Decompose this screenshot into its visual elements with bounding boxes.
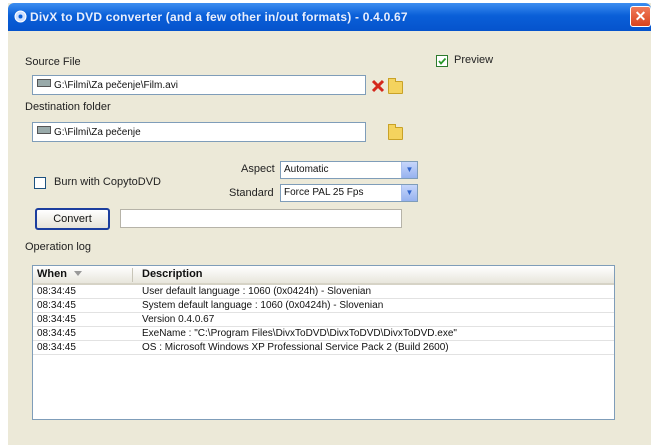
burn-label: Burn with CopytoDVD <box>54 176 161 188</box>
row-description: Version 0.4.0.67 <box>142 314 215 325</box>
chevron-down-icon[interactable]: ▼ <box>401 162 417 178</box>
column-header-description[interactable]: Description <box>142 268 203 280</box>
row-when: 08:34:45 <box>37 300 76 311</box>
row-when: 08:34:45 <box>37 328 76 339</box>
row-when: 08:34:45 <box>37 342 76 353</box>
folder-icon[interactable] <box>388 78 403 94</box>
operation-log-label: Operation log <box>25 241 92 253</box>
operation-log-table[interactable]: When Description 08:34:45 User default l… <box>32 265 615 420</box>
title-bar[interactable]: DivX to DVD converter (and a few other i… <box>8 3 651 31</box>
aspect-dropdown[interactable]: Automatic ▼ <box>280 161 418 179</box>
aspect-label: Aspect <box>241 163 275 175</box>
source-file-label: Source File <box>25 56 81 68</box>
drive-icon <box>37 126 51 134</box>
chevron-down-icon[interactable]: ▼ <box>401 185 417 201</box>
table-row[interactable]: 08:34:45 ExeName : "C:\Program Files\Div… <box>33 327 614 341</box>
row-description: User default language : 1060 (0x0424h) -… <box>142 286 372 297</box>
table-row[interactable]: 08:34:45 User default language : 1060 (0… <box>33 285 614 299</box>
table-row[interactable]: 08:34:45 Version 0.4.0.67 <box>33 313 614 327</box>
drive-icon <box>37 79 51 87</box>
source-file-field[interactable]: G:\Filmi\Za pečenje\Film.avi <box>32 75 366 95</box>
row-when: 08:34:45 <box>37 314 76 325</box>
checkmark-icon <box>438 57 447 65</box>
row-description: OS : Microsoft Windows XP Professional S… <box>142 342 449 353</box>
row-description: System default language : 1060 (0x0424h)… <box>142 300 384 311</box>
standard-label: Standard <box>229 187 274 199</box>
row-description: ExeName : "C:\Program Files\DivxToDVD\Di… <box>142 328 457 339</box>
table-row[interactable]: 08:34:45 System default language : 1060 … <box>33 299 614 313</box>
burn-checkbox[interactable] <box>34 177 46 189</box>
progress-bar <box>120 209 402 228</box>
table-row[interactable]: 08:34:45 OS : Microsoft Windows XP Profe… <box>33 341 614 355</box>
standard-dropdown[interactable]: Force PAL 25 Fps ▼ <box>280 184 418 202</box>
column-header-when[interactable]: When <box>37 268 133 282</box>
preview-checkbox[interactable] <box>436 55 448 67</box>
standard-value: Force PAL 25 Fps <box>284 187 364 198</box>
close-button[interactable]: ✕ <box>630 6 651 27</box>
red-x-icon[interactable] <box>371 79 385 93</box>
convert-button[interactable]: Convert <box>35 208 110 230</box>
aspect-value: Automatic <box>284 164 329 175</box>
source-file-value: G:\Filmi\Za pečenje\Film.avi <box>54 80 178 91</box>
window-title: DivX to DVD converter (and a few other i… <box>30 10 408 24</box>
sort-down-icon <box>74 271 83 276</box>
row-when: 08:34:45 <box>37 286 76 297</box>
close-icon: ✕ <box>634 8 647 24</box>
destination-value: G:\Filmi\Za pečenje <box>54 127 141 138</box>
destination-label: Destination folder <box>25 101 111 113</box>
app-icon <box>14 10 27 23</box>
log-header: When Description <box>33 266 614 285</box>
folder-icon[interactable] <box>388 124 403 140</box>
app-window: DivX to DVD converter (and a few other i… <box>8 3 651 445</box>
destination-field[interactable]: G:\Filmi\Za pečenje <box>32 122 366 142</box>
preview-label: Preview <box>454 54 494 66</box>
